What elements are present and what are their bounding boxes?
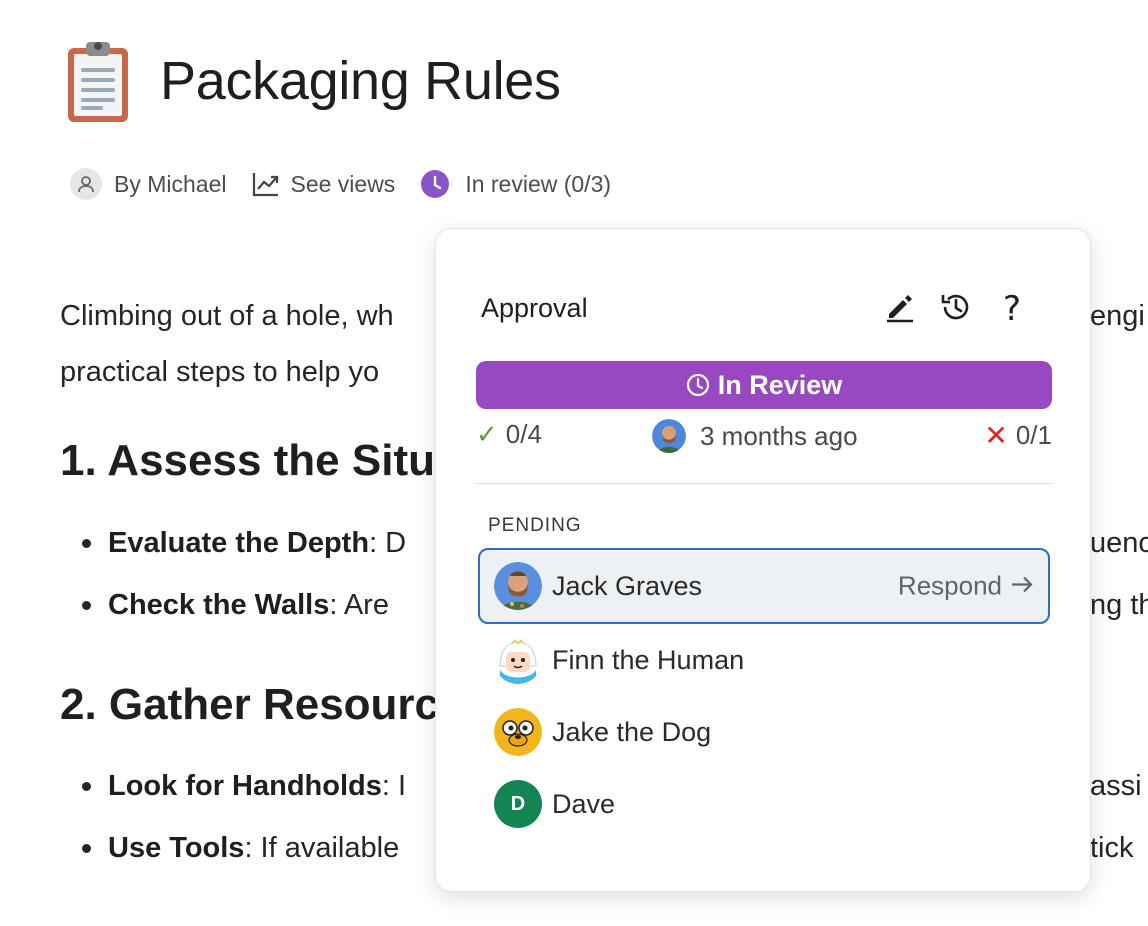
avatar — [494, 708, 542, 756]
reviewer-row[interactable]: Finn the Human — [478, 624, 1050, 696]
list-item: Use Tools: If available — [80, 817, 406, 879]
title-row — [64, 40, 132, 124]
avatar — [652, 419, 686, 453]
rejected-count-value: 0/1 — [1015, 420, 1052, 450]
list-fragment: uenc — [1090, 527, 1148, 559]
history-icon — [939, 290, 973, 329]
reviewer-row[interactable]: Jake the Dog — [478, 696, 1050, 768]
paragraph-line: practical steps to help yo — [60, 356, 380, 388]
respond-label: Respond — [897, 570, 1002, 601]
reviewer-name: Dave — [552, 788, 616, 819]
updated-time: 3 months ago — [700, 420, 858, 451]
help-button[interactable]: ? — [992, 289, 1032, 329]
section-heading: 2. Gather Resourc — [60, 680, 440, 729]
author-link[interactable]: By Michael — [70, 168, 226, 200]
chart-trend-icon — [252, 171, 280, 197]
list-item: Check the Walls: Are — [80, 574, 406, 636]
section-heading: 1. Assess the Situa — [60, 436, 460, 485]
section1-list: Evaluate the Depth: D Check the Walls: A… — [80, 512, 406, 636]
approved-count: ✓ 0/4 — [476, 419, 542, 450]
edit-button[interactable] — [880, 289, 920, 329]
intro-paragraph: Climbing out of a hole, wh practical ste… — [60, 288, 394, 400]
approved-count-value: 0/4 — [505, 419, 542, 449]
status-banner: In Review — [476, 361, 1052, 409]
arrow-right-icon — [1010, 571, 1034, 602]
help-icon: ? — [1002, 289, 1022, 329]
rejected-count: ✕ 0/1 — [984, 419, 1052, 452]
paragraph-fragment: engi — [1090, 300, 1145, 332]
list-fragment: tick — [1090, 832, 1134, 864]
reviewer-row[interactable]: Jack Graves Respond — [478, 548, 1050, 624]
list-item: Evaluate the Depth: D — [80, 512, 406, 574]
avatar — [494, 562, 542, 610]
page-title: Packaging Rules — [160, 51, 561, 111]
review-status-label: In review (0/3) — [465, 170, 612, 197]
clock-icon — [421, 170, 450, 198]
review-status-button[interactable]: In review (0/3) — [421, 170, 611, 198]
clipboard-icon — [64, 40, 132, 124]
paragraph-line: Climbing out of a hole, wh — [60, 300, 394, 332]
check-icon: ✓ — [476, 419, 498, 449]
reviewer-name: Jack Graves — [552, 570, 703, 601]
status-label: In Review — [717, 369, 843, 400]
list-fragment: assi — [1090, 770, 1142, 802]
cross-icon: ✕ — [984, 420, 1008, 451]
popover-title: Approval — [481, 293, 588, 323]
list-fragment: ng th — [1090, 589, 1148, 621]
approval-popover: Approval ? In Review ✓ 0/4 3 months ago … — [435, 228, 1091, 892]
see-views-button[interactable]: See views — [252, 171, 395, 198]
avatar — [494, 636, 542, 684]
review-counts: ✓ 0/4 3 months ago ✕ 0/1 — [476, 419, 1052, 459]
reviewer-name: Finn the Human — [552, 644, 745, 675]
section2-list: Look for Handholds: I Use Tools: If avai… — [80, 755, 406, 879]
edit-icon — [883, 290, 917, 329]
page-meta: By Michael See views In review (0/3) — [70, 168, 637, 200]
clock-icon — [686, 373, 710, 397]
history-button[interactable] — [936, 289, 976, 329]
list-item: Look for Handholds: I — [80, 755, 406, 817]
see-views-label: See views — [290, 170, 396, 197]
popover-toolbar: ? — [864, 289, 1032, 329]
user-icon — [70, 168, 102, 200]
pending-label: PENDING — [488, 515, 582, 536]
last-updated: 3 months ago — [652, 419, 858, 453]
divider — [476, 483, 1052, 484]
avatar: D — [494, 780, 542, 828]
author-label: By Michael — [114, 170, 227, 197]
reviewer-row[interactable]: D Dave — [478, 768, 1050, 840]
pending-reviewers: Jack Graves Respond Finn the Human Jake … — [478, 548, 1050, 840]
reviewer-name: Jake the Dog — [552, 716, 712, 747]
respond-button[interactable]: Respond — [898, 571, 1034, 602]
